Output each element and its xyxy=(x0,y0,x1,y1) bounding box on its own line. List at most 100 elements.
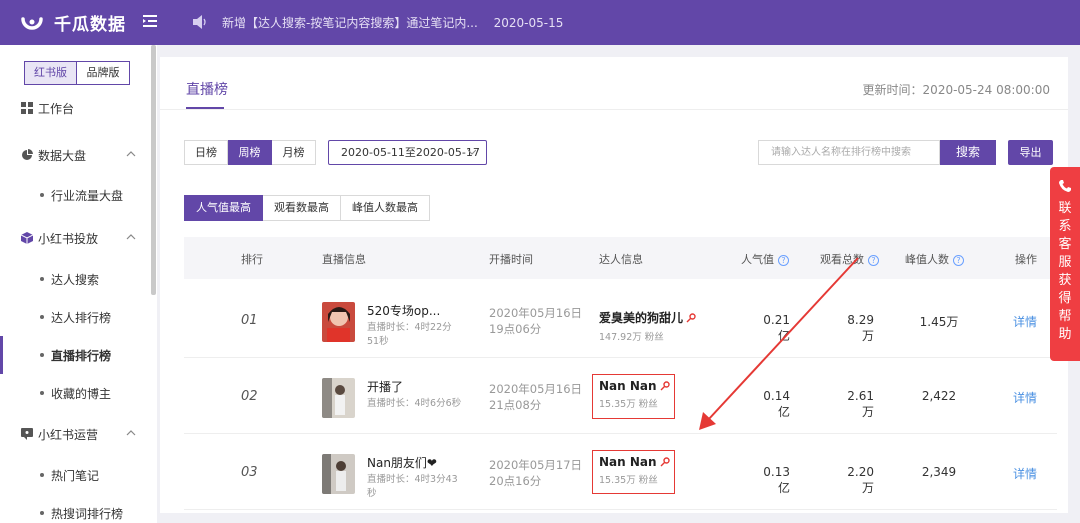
header-start-time: 开播时间 xyxy=(489,253,533,266)
sidebar-item-label: 收藏的博主 xyxy=(51,386,112,401)
rank: 01 xyxy=(241,313,258,328)
bullet-icon xyxy=(40,391,44,395)
sidebar-item-label: 热搜词排行榜 xyxy=(51,506,124,521)
table-row: 02 开播了 直播时长：4时6分6秒 2020年05月16日 21点08分 Na… xyxy=(184,359,1057,434)
live-title[interactable]: 开播了 xyxy=(367,378,403,395)
main-panel: 直播榜 更新时间：2020-05-24 08:00:00 日榜 周榜 月榜 20… xyxy=(160,57,1068,513)
version-red-book[interactable]: 红书版 xyxy=(24,61,77,85)
sidebar-item-label: 小红书投放 xyxy=(38,231,99,246)
notice-bar[interactable]: 新增【达人搜索-按笔记内容搜索】通过笔记内... 2020-05-15 xyxy=(222,14,563,31)
talent-name: Nan Nan xyxy=(599,455,657,469)
popularity-value: 0.21亿 xyxy=(763,313,790,343)
rank: 03 xyxy=(241,465,258,480)
talent-info[interactable]: 爱臭美的狗甜儿 147.92万 粉丝 xyxy=(599,309,696,343)
views-value: 2.20万 xyxy=(847,465,874,495)
sidebar-item-hot-keywords[interactable]: 热搜词排行榜 xyxy=(0,494,150,523)
header-popularity: 人气值? xyxy=(741,251,789,267)
table-row: 03 Nan朋友们❤ 直播时长：4时3分43秒 2020年05月17日 20点1… xyxy=(184,435,1057,510)
talent-fans: 147.92万 粉丝 xyxy=(599,332,664,343)
talent-info[interactable]: Nan Nan 15.35万 粉丝 xyxy=(599,455,670,486)
live-title[interactable]: 520专场op... xyxy=(367,302,440,319)
detail-link[interactable]: 详情 xyxy=(1013,465,1037,482)
peak-value: 2,349 xyxy=(921,465,957,479)
speaker-icon xyxy=(193,15,206,29)
sort-popularity[interactable]: 人气值最高 xyxy=(184,195,263,221)
contact-support-button[interactable]: 联系客服获得帮助 xyxy=(1050,167,1080,361)
sort-peak[interactable]: 峰值人数最高 xyxy=(341,195,430,221)
bullet-icon xyxy=(40,473,44,477)
live-duration: 直播时长：4时3分43秒 xyxy=(367,474,458,499)
search-input[interactable]: 请输入达人名称在排行榜中搜索 xyxy=(758,140,940,165)
sidebar-item-favorite-bloggers[interactable]: 收藏的博主 xyxy=(0,374,150,412)
period-monthly[interactable]: 月榜 xyxy=(272,140,316,165)
sidebar-item-xhs-operation[interactable]: 小红书运营 xyxy=(0,415,150,453)
popularity-value: 0.13亿 xyxy=(763,465,790,495)
sidebar-item-industry-traffic[interactable]: 行业流量大盘 xyxy=(0,176,150,214)
sidebar-item-workbench[interactable]: 工作台 xyxy=(0,89,150,127)
sidebar-item-talent-search[interactable]: 达人搜索 xyxy=(0,260,150,298)
period-daily[interactable]: 日榜 xyxy=(184,140,228,165)
search-button[interactable]: 搜索 xyxy=(940,140,996,165)
date-range-value: 2020-05-11至2020-05-17 xyxy=(341,146,480,159)
sidebar-item-talent-ranking[interactable]: 达人排行榜 xyxy=(0,298,150,336)
sidebar-item-label: 达人排行榜 xyxy=(51,310,112,325)
notice-date: 2020-05-15 xyxy=(493,16,564,30)
sidebar-item-live-ranking[interactable]: 直播排行榜 xyxy=(0,336,150,374)
sidebar-item-xhs-placement[interactable]: 小红书投放 xyxy=(0,219,150,257)
menu-toggle-icon[interactable] xyxy=(143,14,157,28)
start-date: 2020年05月16日 xyxy=(489,306,583,320)
sort-views[interactable]: 观看数最高 xyxy=(263,195,341,221)
sidebar-item-data-dashboard[interactable]: 数据大盘 xyxy=(0,136,150,174)
popularity-value: 0.14亿 xyxy=(763,389,790,419)
live-duration: 直播时长：4时22分51秒 xyxy=(367,322,452,347)
bullet-icon xyxy=(40,315,44,319)
bullet-icon xyxy=(40,511,44,515)
live-thumbnail[interactable] xyxy=(322,378,355,418)
help-icon[interactable]: ? xyxy=(868,255,879,266)
sidebar: 红书版 品牌版 工作台 数据大盘 行业流量大盘 小红书投放 达人搜索 达人排行榜… xyxy=(0,45,157,523)
talent-name: Nan Nan xyxy=(599,379,657,393)
bullet-icon xyxy=(40,277,44,281)
chat-icon xyxy=(21,428,33,440)
live-title[interactable]: Nan朋友们❤ xyxy=(367,454,437,471)
sidebar-scrollbar[interactable] xyxy=(151,45,156,295)
start-date: 2020年05月16日 xyxy=(489,382,583,396)
period-weekly[interactable]: 周榜 xyxy=(228,140,272,165)
logo[interactable]: 千瓜数据 xyxy=(20,10,126,35)
grid-icon xyxy=(21,102,33,114)
header-views-label: 观看总数 xyxy=(820,253,864,266)
logo-icon xyxy=(21,16,43,30)
table-header: 排行 直播信息 开播时间 达人信息 人气值? 观看总数? 峰值人数? 操作 xyxy=(184,237,1057,279)
key-icon xyxy=(686,313,696,323)
detail-link[interactable]: 详情 xyxy=(1013,389,1037,406)
help-icon[interactable]: ? xyxy=(953,255,964,266)
chevron-up-icon xyxy=(126,430,136,436)
table-row: 01 520专场op... 直播时长：4时22分51秒 2020年05月16日 … xyxy=(184,283,1057,358)
header-talent-info: 达人信息 xyxy=(599,253,643,266)
key-icon xyxy=(660,381,670,391)
live-thumbnail[interactable] xyxy=(322,454,355,494)
views-value: 2.61万 xyxy=(847,389,874,419)
cube-icon xyxy=(21,232,33,244)
detail-link[interactable]: 详情 xyxy=(1013,313,1037,330)
sidebar-item-label: 达人搜索 xyxy=(51,272,100,287)
header-actions: 操作 xyxy=(1015,253,1037,266)
tab-live-ranking[interactable]: 直播榜 xyxy=(186,79,228,99)
date-range-select[interactable]: 2020-05-11至2020-05-17 xyxy=(328,140,487,165)
header-peak-viewers: 峰值人数? xyxy=(905,251,964,267)
live-duration: 直播时长：4时6分6秒 xyxy=(367,398,462,409)
start-time: 2020年05月17日 20点16分 xyxy=(489,457,584,489)
header-total-views: 观看总数? xyxy=(820,251,879,267)
peak-value: 1.45万 xyxy=(919,315,959,329)
help-icon[interactable]: ? xyxy=(778,255,789,266)
version-brand[interactable]: 品牌版 xyxy=(77,61,130,85)
contact-label: 联系客服获得帮助 xyxy=(1058,201,1072,342)
sidebar-item-hot-notes[interactable]: 热门笔记 xyxy=(0,456,150,494)
pie-chart-icon xyxy=(22,149,33,160)
start-clock: 21点08分 xyxy=(489,398,542,412)
views-value: 8.29万 xyxy=(847,313,874,343)
live-thumbnail[interactable] xyxy=(322,302,355,342)
export-button[interactable]: 导出 xyxy=(1008,140,1053,165)
talent-info[interactable]: Nan Nan 15.35万 粉丝 xyxy=(599,379,670,410)
header-live-info: 直播信息 xyxy=(322,253,366,266)
